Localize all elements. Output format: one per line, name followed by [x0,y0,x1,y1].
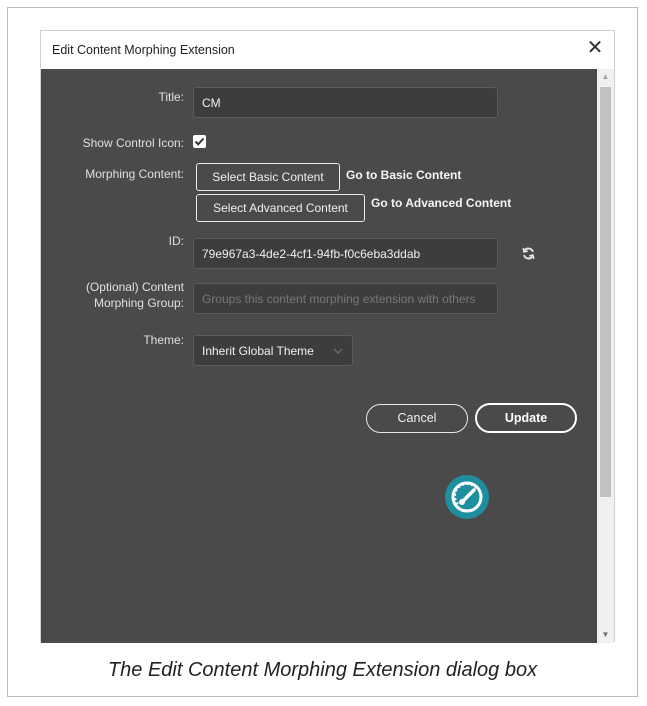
id-label: ID: [168,234,184,248]
figure-caption: The Edit Content Morphing Extension dial… [107,659,538,681]
speedometer-icon[interactable] [444,474,490,520]
select-advanced-content-button[interactable]: Select Advanced Content [196,194,365,222]
scroll-up-arrow-icon[interactable]: ▲ [597,69,614,85]
group-label: (Optional) Content Morphing Group: [61,279,184,311]
go-to-advanced-content-link[interactable]: Go to Advanced Content [371,196,511,210]
cancel-button[interactable]: Cancel [366,404,468,433]
close-icon[interactable]: ✕ [584,37,606,59]
dialog-titlebar: Edit Content Morphing Extension ✕ [41,31,614,69]
theme-label: Theme: [143,333,184,347]
theme-select[interactable]: Inherit Global Theme [193,335,353,366]
vertical-scrollbar[interactable]: ▲ ▼ [597,69,614,643]
update-button[interactable]: Update [475,403,577,433]
show-control-icon-checkbox[interactable] [193,135,206,148]
scroll-down-arrow-icon[interactable]: ▼ [597,627,614,643]
group-input[interactable]: Groups this content morphing extension w… [193,283,498,314]
dialog-title: Edit Content Morphing Extension [52,43,235,57]
show-control-icon-label: Show Control Icon: [82,136,184,150]
id-input[interactable]: 79e967a3-4de2-4cf1-94fb-f0c6eba3ddab [193,238,498,269]
scrollbar-thumb[interactable] [600,87,611,497]
go-to-basic-content-link[interactable]: Go to Basic Content [346,168,461,182]
group-label-line-2: Morphing Group: [93,296,184,310]
group-label-line-1: (Optional) Content [85,280,184,294]
refresh-icon[interactable] [522,247,535,260]
title-label: Title: [158,90,184,104]
edit-dialog: Edit Content Morphing Extension ✕ Title:… [40,30,615,643]
theme-select-value: Inherit Global Theme [202,344,314,358]
dialog-content: Title: CM Show Control Icon: Morphing Co… [41,69,598,643]
morphing-content-label: Morphing Content: [85,167,184,181]
title-input[interactable]: CM [193,87,498,118]
chevron-down-icon [333,348,343,354]
select-basic-content-button[interactable]: Select Basic Content [196,163,340,191]
checkmark-icon [194,137,205,146]
